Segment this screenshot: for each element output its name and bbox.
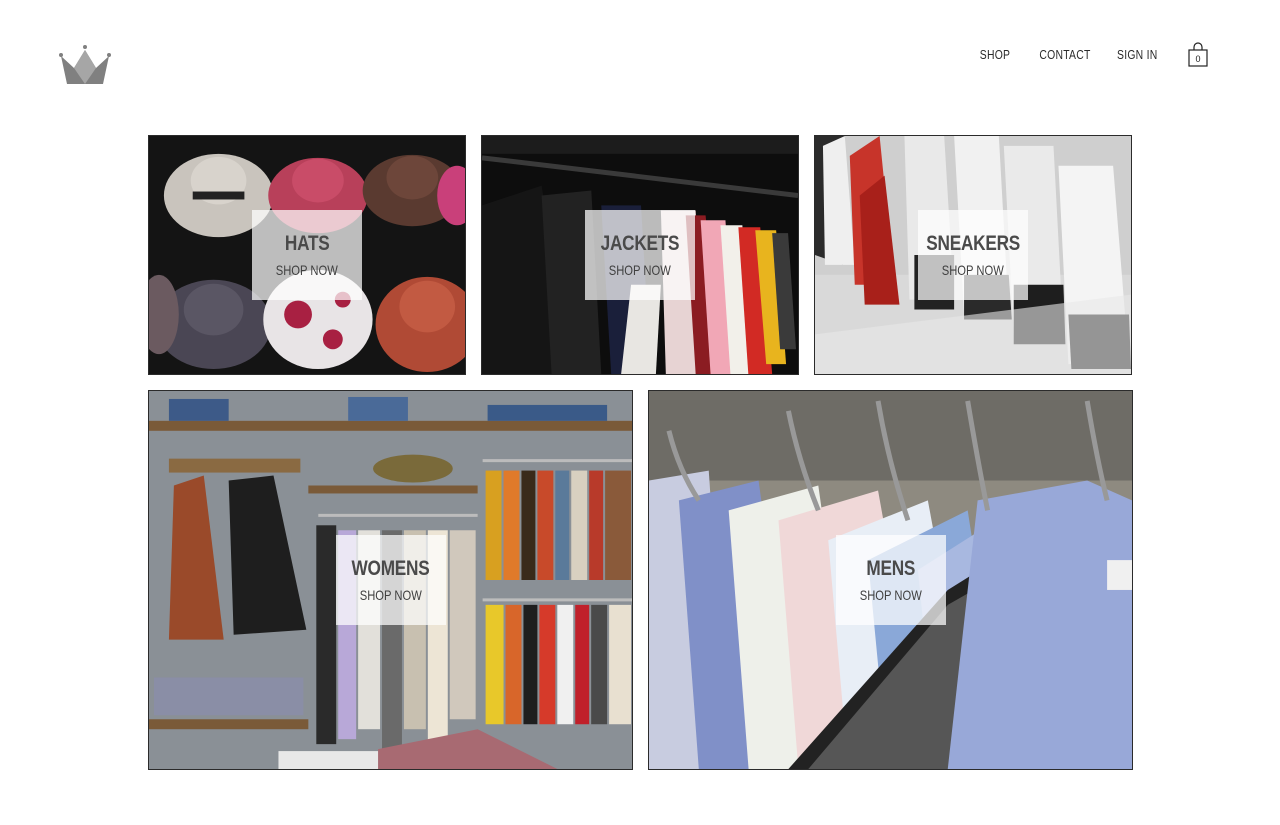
category-tile-jackets[interactable]: JACKETS SHOP NOW <box>481 135 799 375</box>
shop-now-link[interactable]: SHOP NOW <box>859 587 921 603</box>
category-label-box: SNEAKERS SHOP NOW <box>918 210 1028 300</box>
nav-shop-link[interactable]: SHOP <box>980 47 1010 62</box>
nav-contact-link[interactable]: CONTACT <box>1039 47 1090 62</box>
category-tile-womens[interactable]: WOMENS SHOP NOW <box>148 390 633 770</box>
category-title: JACKETS <box>600 232 680 255</box>
category-title: MENS <box>866 557 915 580</box>
shop-now-link[interactable]: SHOP NOW <box>609 262 671 278</box>
category-tile-hats[interactable]: HATS SHOP NOW <box>148 135 466 375</box>
category-label-box: HATS SHOP NOW <box>252 210 362 300</box>
category-label-box: WOMENS SHOP NOW <box>335 535 446 625</box>
crown-logo-icon[interactable] <box>59 44 111 86</box>
category-title: SNEAKERS <box>926 232 1020 255</box>
cart-count: 0 <box>1195 54 1201 64</box>
shop-now-link[interactable]: SHOP NOW <box>276 262 338 278</box>
nav-sign-in-link[interactable]: SIGN IN <box>1117 47 1157 62</box>
category-title: WOMENS <box>351 557 430 580</box>
shop-now-link[interactable]: SHOP NOW <box>359 587 421 603</box>
category-tile-sneakers[interactable]: SNEAKERS SHOP NOW <box>814 135 1132 375</box>
category-label-box: MENS SHOP NOW <box>835 535 946 625</box>
category-label-box: JACKETS SHOP NOW <box>585 210 695 300</box>
category-tile-mens[interactable]: MENS SHOP NOW <box>648 390 1133 770</box>
shop-now-link[interactable]: SHOP NOW <box>942 262 1004 278</box>
cart-button[interactable]: 0 <box>1187 42 1209 68</box>
category-title: HATS <box>284 232 330 255</box>
